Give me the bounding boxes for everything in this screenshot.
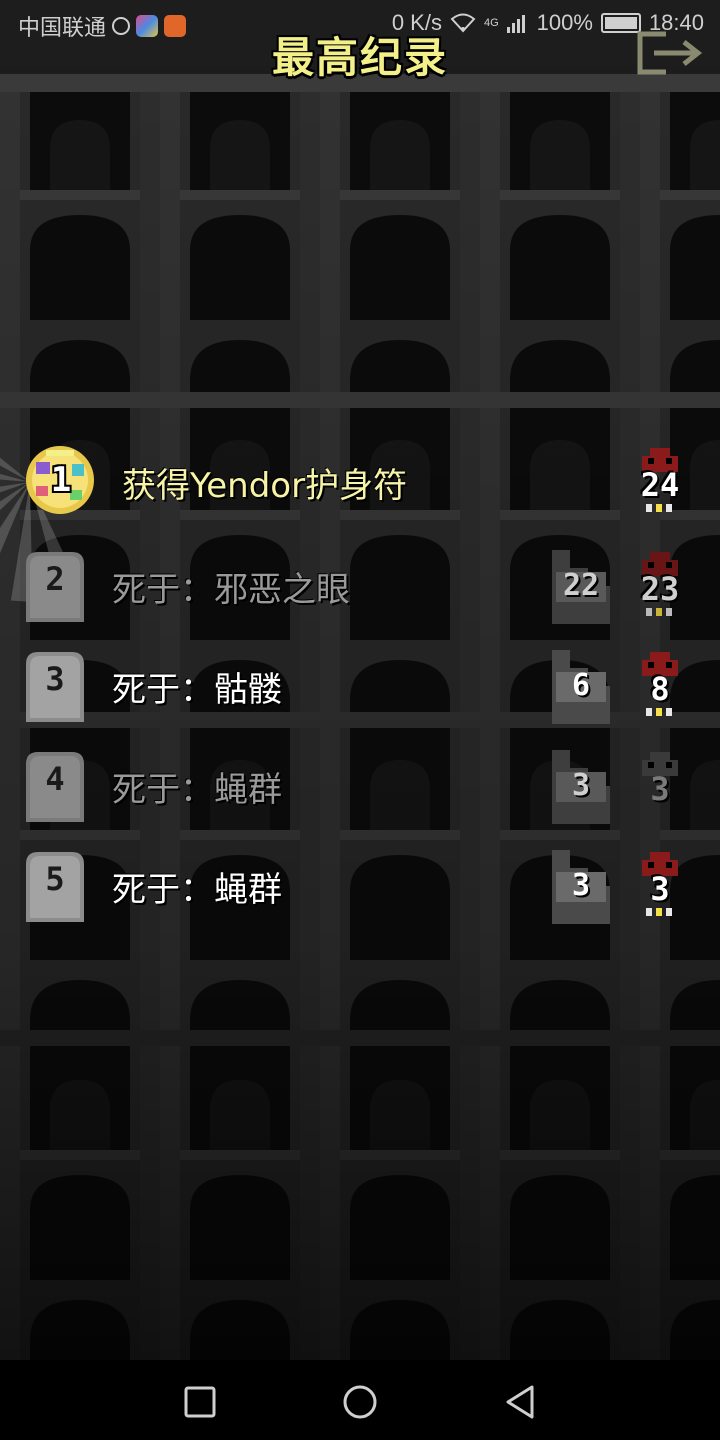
record-row-5[interactable]: 5 死于：蝇群 3 3: [0, 846, 720, 936]
depth-number: 22: [562, 568, 600, 603]
back-triangle-icon: [506, 1385, 534, 1419]
back-button[interactable]: [498, 1380, 542, 1424]
record-row-2[interactable]: 2 死于：邪恶之眼 22 23: [0, 546, 720, 636]
circle-icon: [343, 1385, 377, 1419]
level-indicator: 23: [638, 546, 682, 630]
home-button[interactable]: [338, 1380, 382, 1424]
level-number: 3: [650, 770, 670, 808]
rank-number: 3: [45, 660, 65, 698]
rank-number: 1: [50, 460, 72, 500]
record-row-4[interactable]: 4 死于：蝇群 3 3: [0, 746, 720, 836]
rank-number: 2: [45, 560, 65, 598]
record-description: 死于：邪恶之眼: [112, 570, 350, 610]
depth-number: 3: [571, 768, 591, 803]
navigation-bar: [0, 1360, 720, 1440]
rank-number: 4: [45, 760, 65, 798]
record-description: 获得Yendor护身符: [122, 466, 408, 506]
page-title: 最高纪录: [271, 33, 448, 82]
record-description: 死于：骷髅: [112, 670, 282, 710]
exit-button[interactable]: [636, 30, 706, 76]
level-indicator: 3: [638, 746, 682, 830]
depth-indicator: 22: [548, 546, 614, 626]
record-row-1[interactable]: 1 获得Yendor护身符 24: [0, 442, 720, 602]
level-number: 24: [640, 466, 680, 504]
level-number: 3: [650, 870, 670, 908]
level-number: 23: [640, 570, 680, 608]
depth-number: 3: [571, 868, 591, 903]
depth-indicator: 3: [548, 746, 614, 826]
square-icon: [184, 1386, 216, 1418]
depth-indicator: 3: [548, 846, 614, 926]
record-description: 死于：蝇群: [112, 770, 282, 810]
record-row-3[interactable]: 3 死于：骷髅 6 8: [0, 646, 720, 736]
recent-apps-button[interactable]: [178, 1380, 222, 1424]
depth-number: 6: [571, 668, 591, 703]
record-description: 死于：蝇群: [112, 870, 282, 910]
level-number: 8: [650, 670, 670, 708]
level-indicator: 3: [638, 846, 682, 930]
level-indicator: 8: [638, 646, 682, 730]
depth-indicator: 6: [548, 646, 614, 726]
exit-icon: [637, 31, 703, 75]
level-indicator: 24: [638, 442, 682, 526]
rank-number: 5: [45, 860, 65, 898]
